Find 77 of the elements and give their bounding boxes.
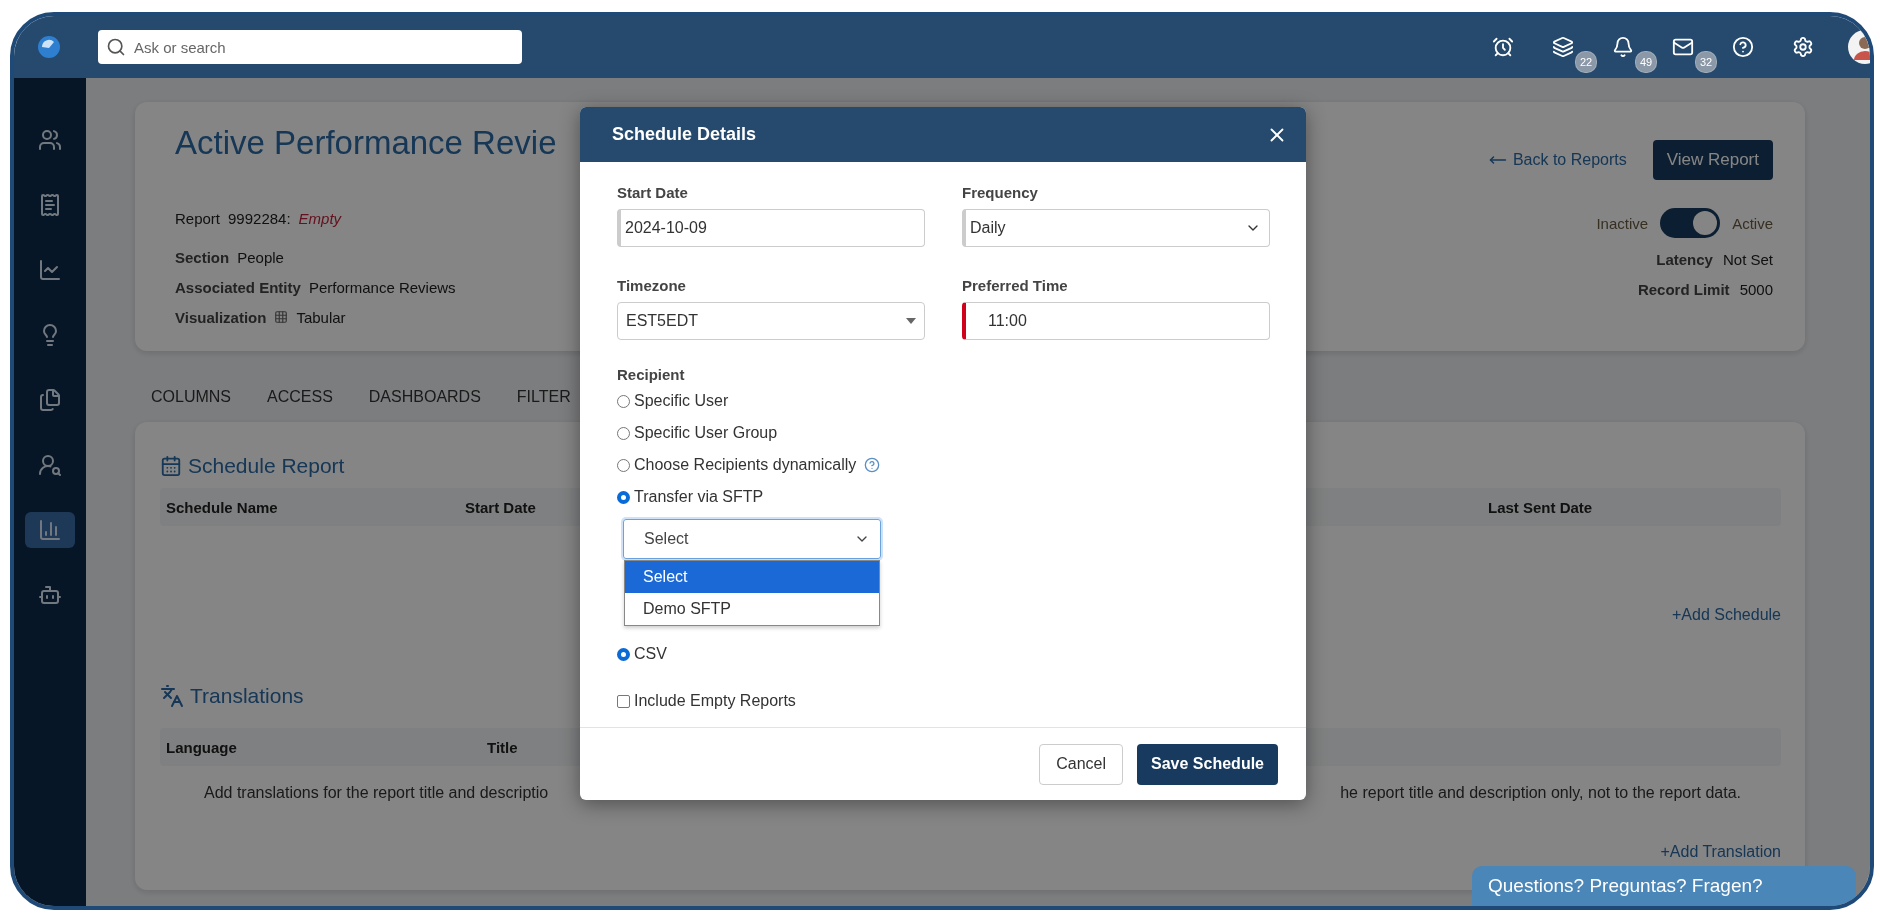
radio-label: Transfer via SFTP (634, 488, 764, 506)
select-field[interactable]: Daily (962, 209, 1270, 247)
dropdown-option[interactable]: Select (625, 561, 879, 593)
meta-value: 5000 (1739, 280, 1773, 298)
note-text: he report title and description only, not to the report data. (1340, 784, 1741, 802)
report-title: Active Performance Revie (175, 124, 557, 162)
select-field[interactable]: EST5EDT (617, 302, 925, 340)
add-schedule-link[interactable]: +Add Schedule (1672, 606, 1781, 624)
checkbox-label: Include Empty Reports (634, 692, 796, 710)
select-field[interactable]: Select (623, 519, 881, 559)
radio-label: Specific User (634, 392, 729, 410)
meta-label: Latency (1656, 250, 1713, 268)
status-toggle[interactable] (1660, 208, 1721, 238)
report-label: Report (175, 209, 221, 227)
detail-value: Tabular (296, 308, 346, 326)
back-link[interactable]: Back to Reports (1488, 151, 1627, 169)
alarm-clock-icon[interactable] (1491, 35, 1515, 59)
inactive-label: Inactive (1596, 214, 1649, 232)
radio-button[interactable] (617, 426, 630, 440)
detail-label: Associated Entity (175, 278, 301, 296)
cancel-button[interactable]: Cancel (1039, 743, 1124, 785)
field-label: Timezone (617, 277, 687, 294)
column-header: Last Sent Date (1488, 498, 1593, 516)
calendar-icon (160, 455, 182, 477)
field-label: Recipient (617, 366, 686, 383)
field-label: Preferred Time (962, 277, 1069, 294)
radio-button[interactable] (617, 490, 630, 504)
translate-icon (160, 684, 184, 708)
column-header: Language (166, 738, 237, 756)
view-report-button[interactable]: View Report (1652, 140, 1773, 180)
bar-chart-icon[interactable] (25, 512, 75, 548)
detail-label: Section (175, 248, 230, 266)
field-label: Start Date (617, 184, 689, 201)
report-id: 9992284: (228, 209, 291, 227)
input-field[interactable]: 2024-10-09 (617, 209, 925, 247)
count-badge: 49 (1635, 51, 1657, 73)
column-header: Title (487, 738, 518, 756)
tab[interactable]: ACCESS (267, 385, 333, 409)
meta-value: Not Set (1722, 250, 1773, 268)
input-field[interactable]: 11:00 (962, 302, 1270, 340)
section-title: Schedule Report (188, 454, 345, 478)
search-field[interactable]: Ask or search (98, 30, 522, 64)
caret-icon (906, 318, 916, 324)
table-icon (274, 310, 289, 324)
search-icon (106, 37, 126, 57)
help-widget[interactable]: Questions? Preguntas? Fragen? (1472, 866, 1856, 906)
tab[interactable]: FILTER (516, 385, 571, 409)
radio-button[interactable] (617, 394, 630, 408)
radio-button[interactable] (617, 647, 630, 661)
radio-label: Specific User Group (634, 424, 778, 442)
note-text: Add translations for the report title and descriptio (204, 784, 549, 802)
radio-label: CSV (634, 645, 667, 663)
detail-value: Performance Reviews (308, 278, 456, 296)
radio-label: Choose Recipients dynamically (634, 456, 857, 474)
bell-icon[interactable] (1611, 35, 1635, 59)
dialog-title: Schedule Details (612, 124, 757, 145)
logo-icon[interactable] (36, 34, 62, 60)
dropdown-option[interactable]: Demo SFTP (625, 593, 879, 625)
detail-label: Visualization (175, 308, 267, 326)
radio-button[interactable] (617, 458, 630, 472)
active-label: Active (1732, 214, 1773, 232)
checkbox[interactable] (617, 694, 630, 708)
meta-label: Record Limit (1637, 280, 1730, 298)
report-state: Empty (298, 209, 342, 227)
tab[interactable]: COLUMNS (151, 385, 231, 409)
settings-icon[interactable] (1791, 35, 1815, 59)
column-header: Schedule Name (166, 498, 278, 516)
section-title: Translations (190, 684, 304, 708)
field-label: Frequency (962, 184, 1039, 201)
save-button[interactable]: Save Schedule (1137, 743, 1278, 785)
column-header: Start Date (465, 498, 536, 516)
detail-value: People (237, 248, 284, 266)
count-badge: 32 (1695, 51, 1717, 73)
count-badge: 22 (1575, 51, 1597, 73)
add-translation-link[interactable]: +Add Translation (1660, 843, 1781, 861)
layers-icon[interactable] (1551, 35, 1575, 59)
tab[interactable]: DASHBOARDS (368, 385, 481, 409)
